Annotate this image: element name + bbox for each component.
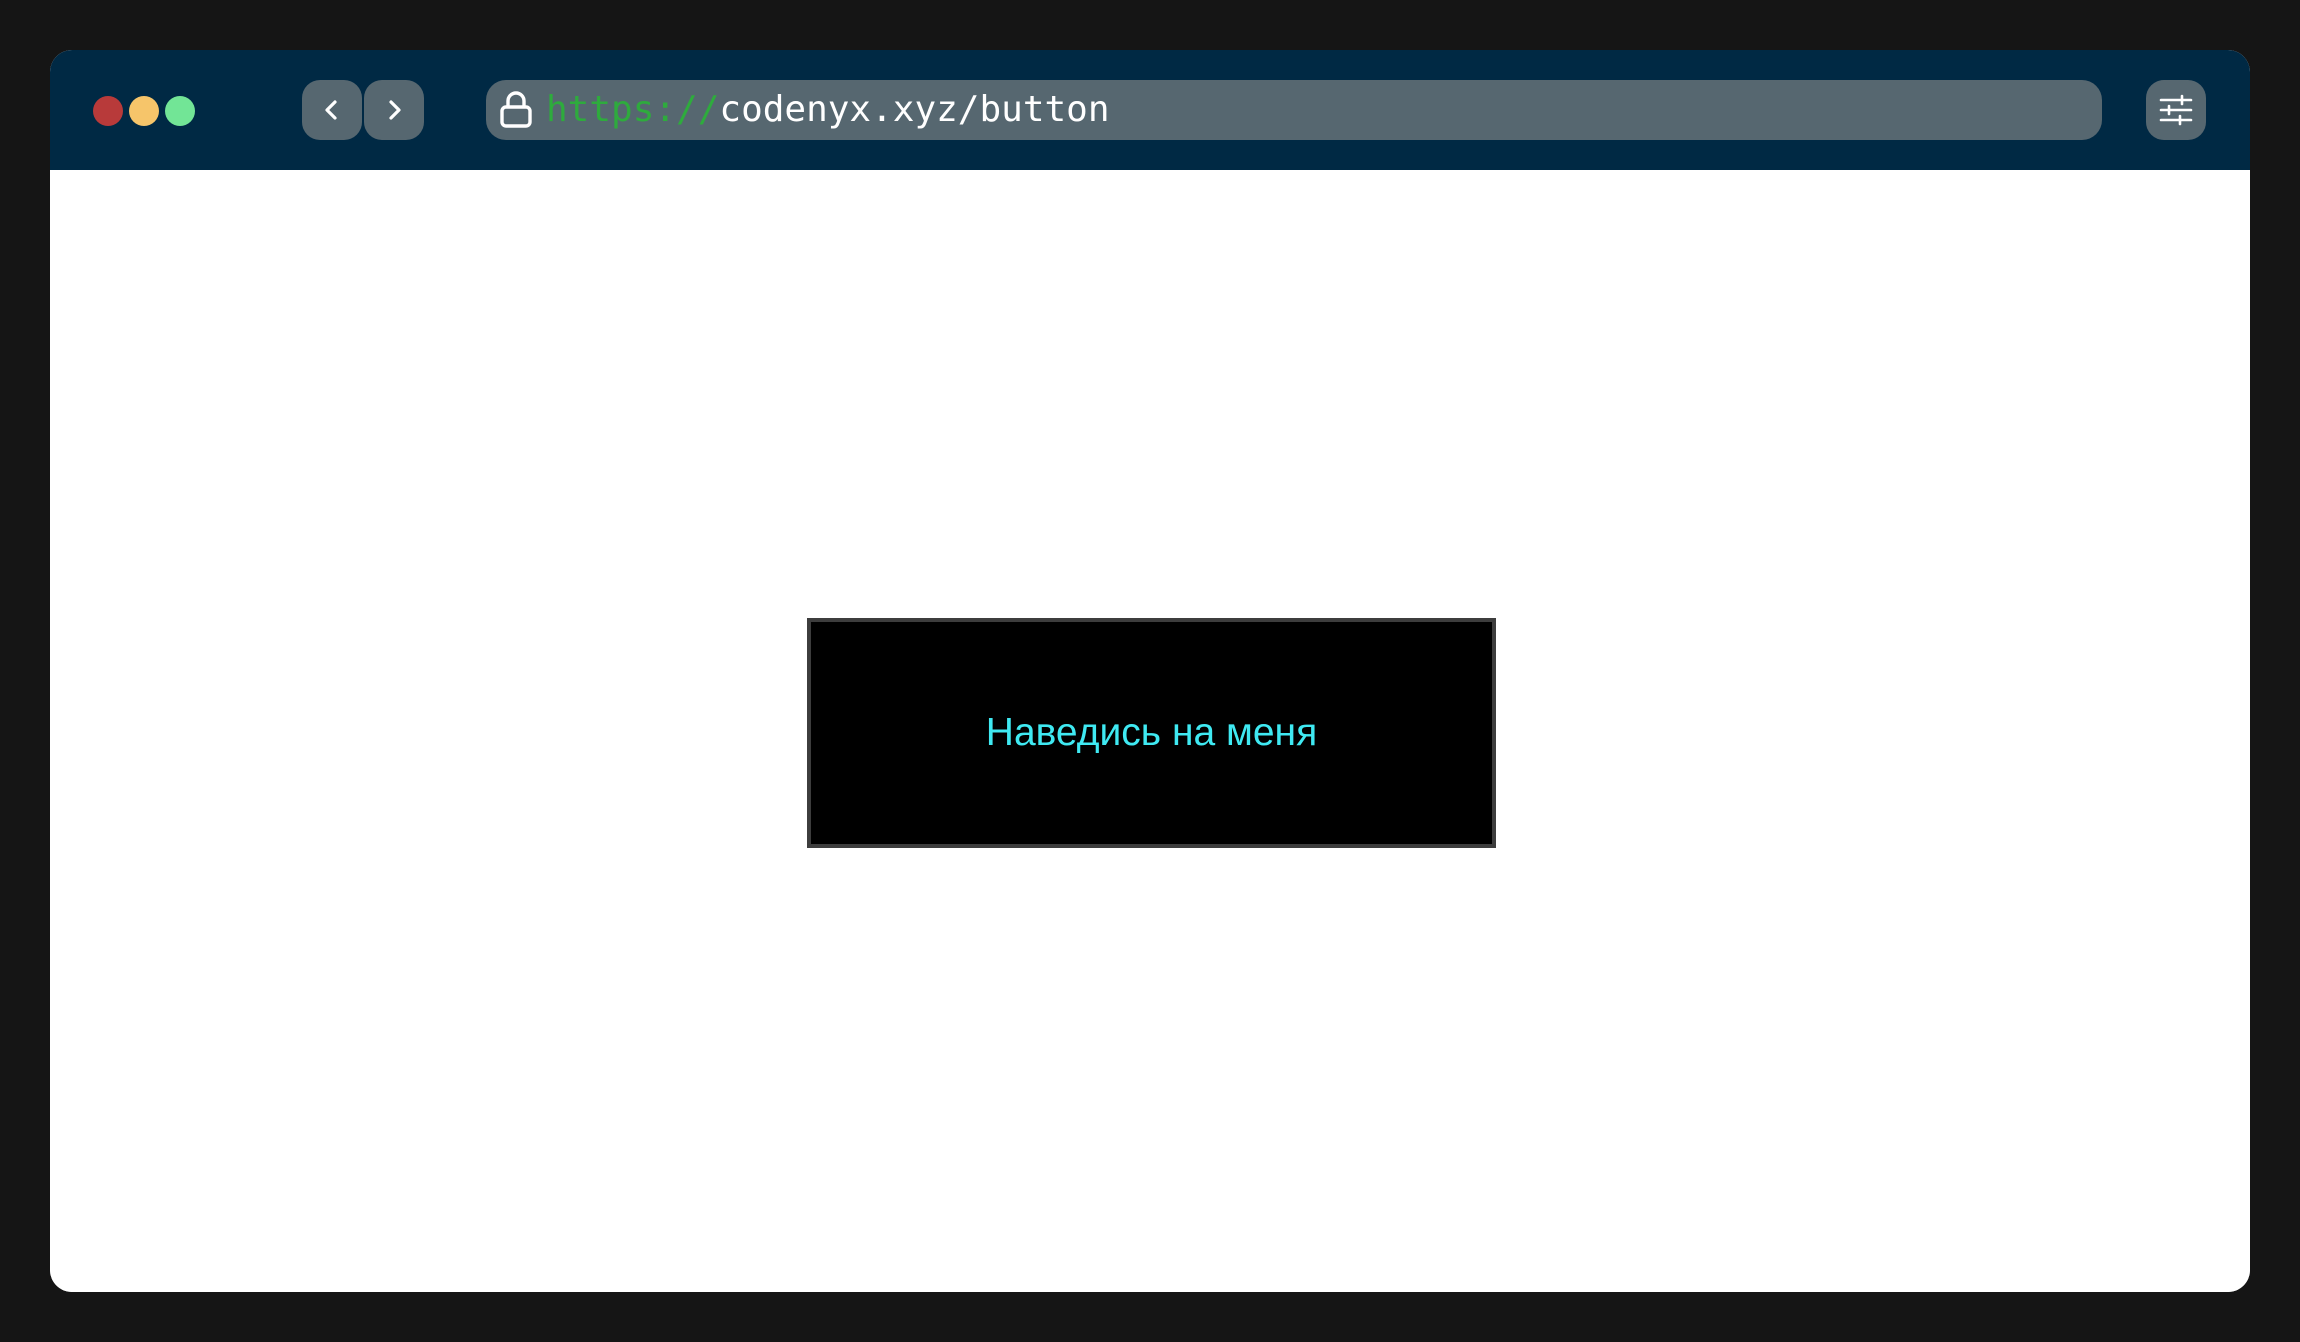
chevron-right-icon bbox=[389, 100, 401, 120]
address-bar[interactable]: https://codenyx.xyz/button bbox=[486, 80, 2102, 140]
chevron-left-icon bbox=[325, 100, 337, 120]
close-window-dot[interactable] bbox=[93, 96, 123, 126]
lock-icon bbox=[500, 91, 532, 128]
url-scheme: https:// bbox=[546, 89, 720, 130]
back-button[interactable] bbox=[302, 80, 362, 140]
page-content: Наведись на меня bbox=[50, 170, 2250, 1292]
hover-me-button[interactable]: Наведись на меня bbox=[807, 618, 1496, 848]
settings-button[interactable] bbox=[2146, 80, 2206, 140]
url-path: codenyx.xyz/button bbox=[719, 89, 1110, 130]
maximize-window-dot[interactable] bbox=[165, 96, 195, 126]
address-url[interactable]: https://codenyx.xyz/button bbox=[546, 80, 1110, 140]
browser-titlebar: https://codenyx.xyz/button bbox=[50, 50, 2250, 170]
browser-window: https://codenyx.xyz/button Наведись на м… bbox=[50, 50, 2250, 1292]
forward-button[interactable] bbox=[364, 80, 424, 140]
minimize-window-dot[interactable] bbox=[129, 96, 159, 126]
sliders-icon bbox=[2159, 94, 2193, 126]
hover-me-label: Наведись на меня bbox=[985, 711, 1318, 754]
